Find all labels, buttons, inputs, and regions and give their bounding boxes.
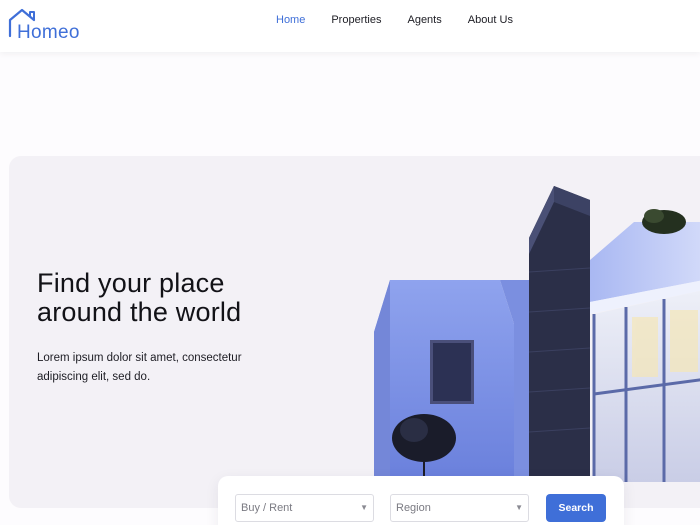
nav-item-agents[interactable]: Agents	[407, 14, 441, 26]
main-nav: Home Properties Agents About Us	[276, 14, 513, 26]
search-button[interactable]: Search	[546, 494, 606, 522]
hero-title: Find your place around the world	[37, 269, 241, 327]
nav-item-properties[interactable]: Properties	[331, 14, 381, 26]
brand-name: Homeo	[17, 22, 80, 43]
nav-item-about-us[interactable]: About Us	[468, 14, 513, 26]
hero-title-line-2: around the world	[37, 297, 242, 327]
site-header: Homeo Home Properties Agents About Us	[0, 0, 700, 52]
property-search-bar: Buy / Rent ▼ Region ▼ Search	[218, 476, 624, 525]
hero-section: Find your place around the world Lorem i…	[9, 156, 700, 508]
buy-rent-select-value: Buy / Rent	[241, 502, 293, 514]
region-select-value: Region	[396, 502, 431, 514]
nav-item-home[interactable]: Home	[276, 14, 305, 26]
page: Homeo Home Properties Agents About Us Fi…	[0, 0, 700, 525]
hero-description: Lorem ipsum dolor sit amet, consectetur …	[37, 352, 242, 383]
modern-house-image	[374, 186, 700, 482]
buy-rent-select[interactable]: Buy / Rent ▼	[235, 494, 374, 522]
region-select[interactable]: Region ▼	[390, 494, 529, 522]
chevron-down-icon: ▼	[515, 503, 523, 512]
chevron-down-icon: ▼	[360, 503, 368, 512]
logo[interactable]: Homeo	[8, 6, 88, 43]
hero-title-line-1: Find your place	[37, 268, 225, 298]
